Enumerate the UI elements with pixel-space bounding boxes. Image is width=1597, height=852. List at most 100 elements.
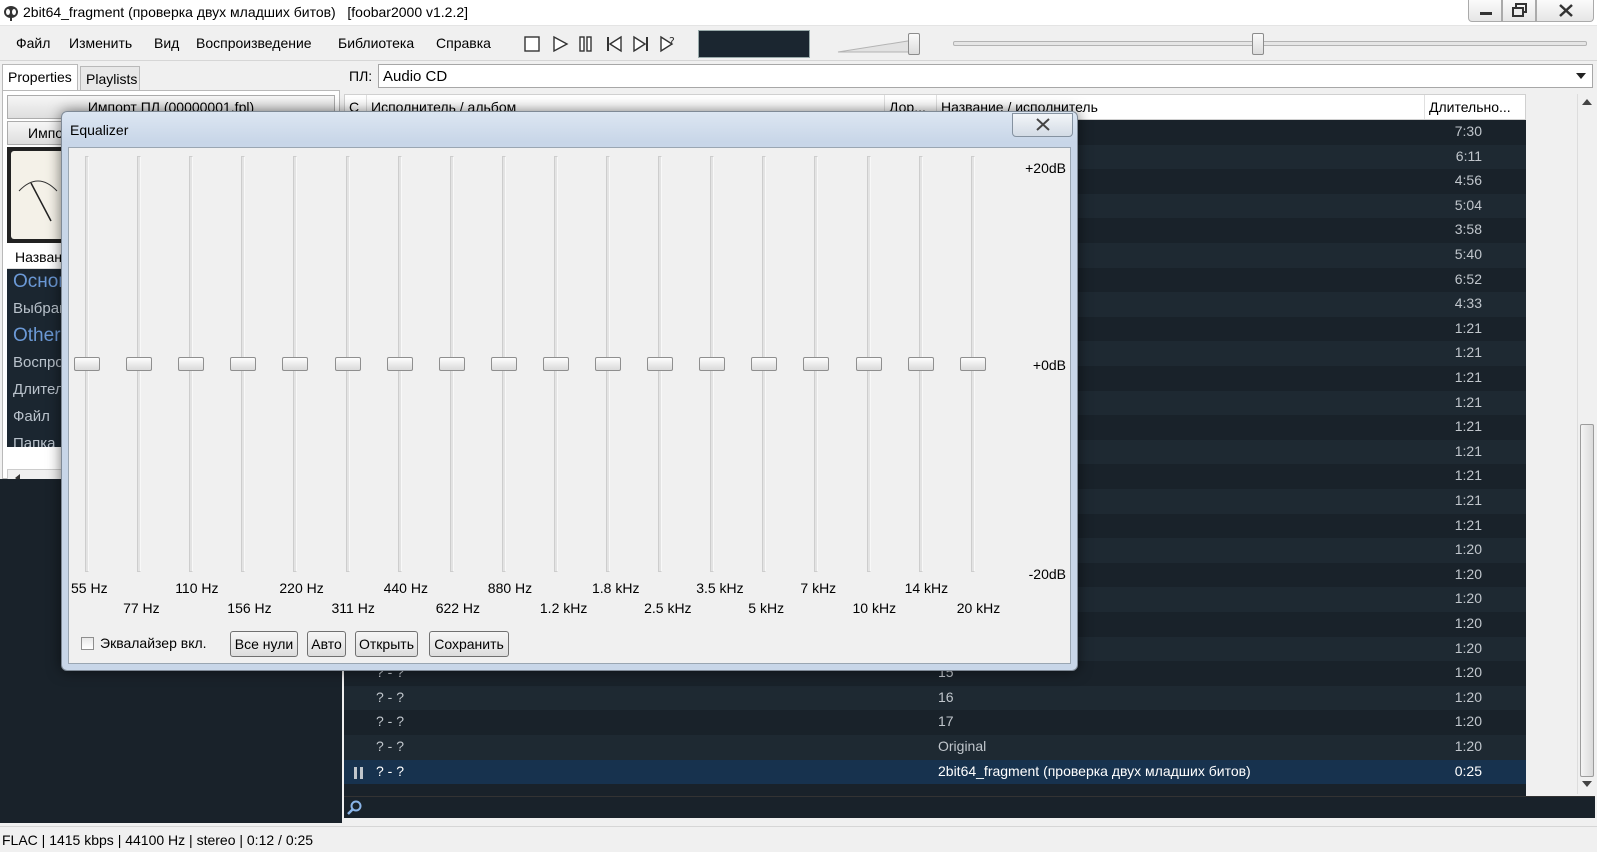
eq-slider-thumb[interactable] <box>490 357 517 371</box>
eq-band-slider[interactable] <box>801 156 831 572</box>
playlist-dropdown[interactable]: Audio CD <box>378 64 1593 88</box>
property-row[interactable]: Файл <box>7 404 69 431</box>
open-button[interactable]: Открыть <box>355 631 418 657</box>
playlist-duration-cell: 1:21 <box>1454 393 1482 410</box>
menu-toolbar: Файл Изменить Вид Воспроизведение Библио… <box>0 27 1597 61</box>
random-icon[interactable]: ? <box>658 34 678 54</box>
eq-band-slider[interactable] <box>854 156 884 572</box>
pause-icon[interactable] <box>576 34 596 54</box>
playlist-duration-cell: 1:20 <box>1454 615 1482 631</box>
reset-all-button[interactable]: Все нули <box>230 631 298 657</box>
property-group-label[interactable]: Other <box>7 323 69 350</box>
playlist-vertical-scrollbar[interactable] <box>1577 94 1595 794</box>
eq-slider-thumb[interactable] <box>74 357 100 371</box>
eq-band-frequency-label: 14 kHz <box>904 580 949 596</box>
playlist-row-now-playing[interactable]: ? - ? 2bit64_fragment (проверка двух млад… <box>344 759 1526 785</box>
eq-slider-thumb[interactable] <box>230 357 257 371</box>
playlist-artist-cell: ? - ? <box>376 713 405 730</box>
play-icon[interactable] <box>550 34 570 54</box>
tab-properties[interactable]: Properties <box>2 64 78 90</box>
scroll-down-icon[interactable] <box>1578 776 1596 792</box>
scroll-up-icon[interactable] <box>1578 94 1596 110</box>
db-label-mid: +0dB <box>1032 357 1066 373</box>
menu-playback[interactable]: Воспроизведение <box>196 35 312 51</box>
eq-band-slider[interactable] <box>541 156 571 572</box>
eq-band-slider[interactable] <box>385 156 415 572</box>
property-row[interactable]: Воспро <box>7 350 69 377</box>
eq-slider-thumb[interactable] <box>178 357 205 371</box>
playlist-duration-cell: 6:11 <box>1455 147 1482 164</box>
property-group-label[interactable]: Основ <box>7 269 69 296</box>
minimize-button[interactable] <box>1468 0 1502 22</box>
eq-slider-thumb[interactable] <box>126 357 153 371</box>
eq-band-slider[interactable] <box>697 156 727 572</box>
eq-band-slider[interactable] <box>280 156 310 572</box>
search-icon[interactable] <box>346 799 364 817</box>
eq-band-slider[interactable] <box>749 156 779 572</box>
previous-icon[interactable] <box>604 34 624 54</box>
playlist-scroll-thumb[interactable] <box>1580 424 1594 777</box>
properties-name-header[interactable]: Назван <box>7 245 69 269</box>
column-duration[interactable]: Длительно... <box>1425 95 1525 119</box>
eq-slider-thumb[interactable] <box>386 357 413 371</box>
eq-band-slider[interactable] <box>645 156 675 572</box>
eq-slider-thumb[interactable] <box>334 357 361 371</box>
menu-library[interactable]: Библиотека <box>338 35 414 51</box>
eq-slider-thumb[interactable] <box>595 357 621 371</box>
eq-band-slider[interactable] <box>958 156 988 572</box>
eq-slider-thumb[interactable] <box>282 357 309 371</box>
eq-band-slider[interactable] <box>176 156 206 572</box>
eq-band-frequency-label: 622 Hz <box>435 600 481 616</box>
eq-slider-thumb[interactable] <box>647 357 674 371</box>
restore-button[interactable] <box>1502 0 1536 22</box>
seek-thumb[interactable] <box>1251 33 1264 55</box>
eq-band-slider[interactable] <box>489 156 519 572</box>
seek-bar[interactable] <box>953 33 1587 55</box>
volume-slider[interactable] <box>836 32 926 56</box>
vu-meter-face <box>11 151 65 239</box>
eq-band-slider[interactable] <box>593 156 623 572</box>
close-button[interactable] <box>1536 0 1594 22</box>
eq-slider-thumb[interactable] <box>803 357 830 371</box>
playlist-artist-cell: ? - ? <box>376 762 405 779</box>
save-button[interactable]: Сохранить <box>429 631 509 657</box>
eq-band-frequency-label: 220 Hz <box>279 580 324 596</box>
menu-edit[interactable]: Изменить <box>69 35 132 51</box>
checkbox-box[interactable] <box>81 637 94 650</box>
eq-band-frequency-label: 110 Hz <box>175 580 219 596</box>
tab-playlists[interactable]: Playlists <box>80 66 140 90</box>
eq-slider-thumb[interactable] <box>959 357 986 371</box>
auto-button[interactable]: Авто <box>307 631 346 657</box>
eq-band-slider[interactable] <box>333 156 363 572</box>
eq-slider-thumb[interactable] <box>542 357 569 371</box>
property-row[interactable]: Выбран <box>7 296 69 323</box>
eq-slider-thumb[interactable] <box>855 357 882 371</box>
eq-slider-thumb[interactable] <box>699 357 726 371</box>
eq-band-frequency-label: 5 kHz <box>748 600 785 616</box>
eq-band-slider[interactable] <box>124 156 154 572</box>
playlist-search-bar[interactable] <box>344 796 1595 818</box>
menu-file[interactable]: Файл <box>16 35 50 51</box>
equalizer-enable-checkbox[interactable]: Эквалайзер вкл. <box>81 635 207 651</box>
next-icon[interactable] <box>631 34 651 54</box>
playlist-duration-cell: 6:52 <box>1454 270 1482 287</box>
menu-help[interactable]: Справка <box>436 35 491 51</box>
playlist-row[interactable]: ? - ? 16 1:20 <box>344 685 1526 711</box>
stop-icon[interactable] <box>522 34 542 54</box>
eq-band-slider[interactable] <box>228 156 258 572</box>
playlist-duration-cell: 1:20 <box>1454 541 1482 558</box>
eq-slider-thumb[interactable] <box>907 357 934 371</box>
menu-view[interactable]: Вид <box>154 35 179 51</box>
playlist-row[interactable]: ? - ? Original 1:20 <box>344 735 1526 760</box>
eq-slider-thumb[interactable] <box>751 357 778 371</box>
equalizer-close-button[interactable] <box>1012 113 1073 137</box>
property-row[interactable]: Длител <box>7 377 69 404</box>
svg-text:?: ? <box>669 35 675 48</box>
eq-band-slider[interactable] <box>72 156 102 572</box>
playlist-row[interactable]: ? - ? 17 1:20 <box>344 710 1526 735</box>
eq-slider-thumb[interactable] <box>438 357 465 371</box>
volume-thumb[interactable] <box>908 33 921 55</box>
eq-band-slider[interactable] <box>437 156 467 572</box>
eq-band-slider[interactable] <box>906 156 936 572</box>
property-row[interactable]: Папка <box>7 431 69 447</box>
